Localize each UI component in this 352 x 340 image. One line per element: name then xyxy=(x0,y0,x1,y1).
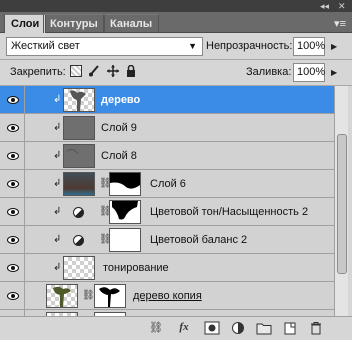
layer-row-hue-saturation[interactable]: ↲ ⛓ Цветовой тон/Насыщенность 2 xyxy=(0,198,334,226)
layer-row-tree[interactable]: ↲ дерево xyxy=(0,86,334,114)
new-layer-icon[interactable] xyxy=(282,321,298,335)
layer-style-icon[interactable]: fx xyxy=(176,321,192,335)
panel-titlebar: ◂◂ ✕ xyxy=(0,0,352,12)
eye-icon xyxy=(7,96,19,104)
adjustment-layer-icon[interactable] xyxy=(230,321,246,335)
layers-list: ↲ дерево ↲ Слой 9 ↲ Слой 8 ↲ ⛓ Слой 6 ↲ … xyxy=(0,86,334,316)
layer-name: тонирование xyxy=(103,262,169,274)
layer-row-layer8[interactable]: ↲ Слой 8 xyxy=(0,142,334,170)
visibility-toggle[interactable] xyxy=(0,142,25,170)
layer-row-tree-copy[interactable]: ⛓ дерево копия xyxy=(0,282,334,310)
opacity-input[interactable]: 100% xyxy=(293,37,325,56)
layer-thumbnail xyxy=(46,284,78,308)
layer-name: Слой 8 xyxy=(101,150,137,162)
layer-thumbnail xyxy=(63,88,95,112)
layers-panel: ◂◂ ✕ Слои Контуры Каналы ▾≡ Жесткий свет… xyxy=(0,0,352,340)
layer-name: дерево копия xyxy=(133,290,202,302)
layer-name: дерево xyxy=(101,94,141,106)
visibility-toggle[interactable] xyxy=(0,170,25,198)
lock-all-icon[interactable] xyxy=(125,65,137,77)
layer-name: Слой 9 xyxy=(101,122,137,134)
layer-thumbnail xyxy=(63,144,95,168)
visibility-toggle[interactable] xyxy=(0,86,25,114)
layer-mask-thumbnail xyxy=(109,228,141,252)
adjustment-layer-icon xyxy=(73,207,84,218)
divider xyxy=(0,59,352,60)
tab-paths[interactable]: Контуры xyxy=(43,14,105,33)
lock-move-icon[interactable] xyxy=(107,65,119,77)
eye-icon xyxy=(7,208,19,216)
layer-row-color-balance[interactable]: ↲ ⛓ Цветовой баланс 2 xyxy=(0,226,334,254)
opacity-dropdown-icon[interactable]: ▶ xyxy=(331,42,337,51)
layer-name: Цветовой тон/Насыщенность 2 xyxy=(150,206,309,218)
visibility-toggle[interactable] xyxy=(0,114,25,142)
layer-thumbnail xyxy=(63,116,95,140)
opacity-label: Непрозрачность: xyxy=(206,40,293,52)
clipping-arrow-icon: ↲ xyxy=(53,234,62,245)
layer-thumbnail xyxy=(63,256,95,280)
clipping-arrow-icon: ↲ xyxy=(53,150,62,161)
layer-mask-thumbnail xyxy=(94,284,126,308)
clipping-arrow-icon: ↲ xyxy=(53,262,62,273)
layers-scrollbar[interactable] xyxy=(334,86,348,316)
eye-icon xyxy=(7,236,19,244)
eye-icon xyxy=(7,152,19,160)
link-layers-icon[interactable]: ⛓ xyxy=(148,321,164,335)
layer-row-layer6[interactable]: ↲ ⛓ Слой 6 xyxy=(0,170,334,198)
tab-layers[interactable]: Слои xyxy=(4,14,47,33)
lock-brush-icon[interactable] xyxy=(88,65,100,77)
panel-menu-icon[interactable]: ▾≡ xyxy=(334,17,346,30)
eye-icon xyxy=(7,180,19,188)
layer-row-layer9[interactable]: ↲ Слой 9 xyxy=(0,114,334,142)
fill-label: Заливка: xyxy=(246,66,292,78)
collapse-icon[interactable]: ◂◂ xyxy=(320,1,329,11)
visibility-toggle[interactable] xyxy=(0,198,25,226)
tab-channels[interactable]: Каналы xyxy=(103,14,160,33)
eye-icon xyxy=(7,264,19,272)
blend-mode-select[interactable]: Жесткий свет ▼ xyxy=(6,37,203,56)
clipping-arrow-icon: ↲ xyxy=(53,178,62,189)
lock-label: Закрепить: xyxy=(10,66,66,78)
visibility-toggle[interactable] xyxy=(0,254,25,282)
adjustment-layer-icon xyxy=(73,235,84,246)
visibility-toggle[interactable] xyxy=(0,282,25,310)
trash-icon[interactable] xyxy=(308,321,324,335)
layer-name: Слой 6 xyxy=(150,178,186,190)
layer-mask-thumbnail xyxy=(109,200,141,224)
blend-mode-value: Жесткий свет xyxy=(11,40,80,52)
clipping-arrow-icon: ↲ xyxy=(53,206,62,217)
chevron-down-icon: ▼ xyxy=(188,41,197,51)
fill-input[interactable]: 100% xyxy=(293,63,325,82)
layer-thumbnail xyxy=(63,172,95,196)
link-icon: ⛓ xyxy=(82,290,95,301)
lock-transparency-icon[interactable] xyxy=(70,65,82,77)
panel-tabs: Слои Контуры Каналы ▾≡ xyxy=(0,12,352,33)
layer-row-toning[interactable]: ↲ тонирование xyxy=(0,254,334,282)
clipping-arrow-icon: ↲ xyxy=(53,94,62,105)
clipping-arrow-icon: ↲ xyxy=(53,122,62,133)
layer-name: Цветовой баланс 2 xyxy=(150,234,248,246)
layers-bottom-toolbar: ⛓ fx xyxy=(0,316,352,340)
visibility-toggle[interactable] xyxy=(0,226,25,254)
eye-icon xyxy=(7,292,19,300)
eye-icon xyxy=(7,124,19,132)
layer-mask-thumbnail xyxy=(109,172,141,196)
scrollbar-thumb[interactable] xyxy=(337,134,347,274)
folder-icon[interactable] xyxy=(256,321,272,335)
add-mask-icon[interactable] xyxy=(204,321,220,335)
fill-dropdown-icon[interactable]: ▶ xyxy=(331,68,337,77)
close-icon[interactable]: ✕ xyxy=(338,1,346,11)
